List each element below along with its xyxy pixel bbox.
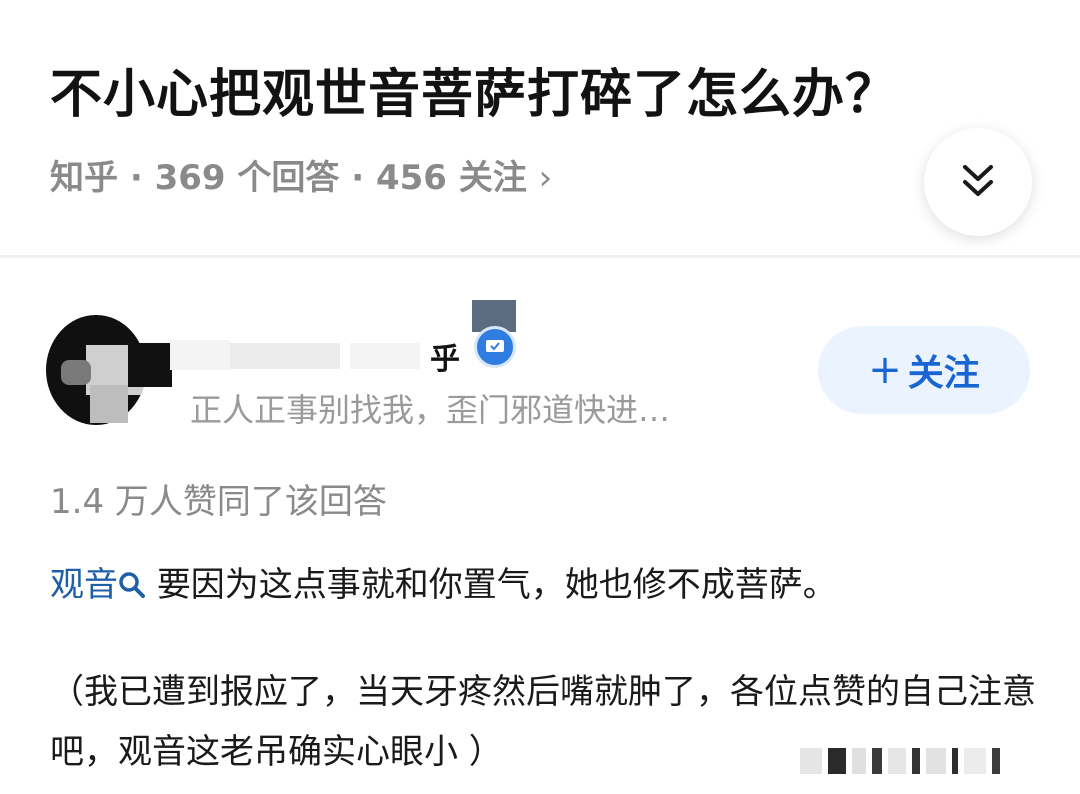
mosaic-block xyxy=(90,385,128,423)
search-link[interactable]: 观音 xyxy=(50,565,157,605)
upvote-count: 1.4 万人赞同了该回答 xyxy=(50,482,387,522)
answer-paragraph: 观音 要因为这点事就和你置气，她也修不成菩萨。 xyxy=(50,555,1040,615)
watermark xyxy=(800,746,1058,776)
author-bio: 正人正事别找我，歪门邪道快进… xyxy=(190,391,671,429)
mosaic-block xyxy=(230,343,340,369)
search-link-text: 观音 xyxy=(50,565,118,605)
verified-badge-icon xyxy=(474,326,516,368)
plus-icon: + xyxy=(868,347,902,393)
question-title: 不小心把观世音菩萨打碎了怎么办？ xyxy=(50,65,899,125)
collapse-button[interactable] xyxy=(924,128,1032,236)
avatar-figure xyxy=(61,360,91,385)
author-name[interactable]: 乎 xyxy=(430,334,460,378)
answer-text: 要因为这点事就和你置气，她也修不成菩萨。 xyxy=(156,565,837,605)
mosaic-block xyxy=(128,343,172,387)
follow-label: 关注 xyxy=(907,353,980,394)
follow-button[interactable]: + 关注 xyxy=(818,326,1030,414)
mosaic-block xyxy=(170,340,230,370)
chevron-right-icon: › xyxy=(538,158,553,198)
section-divider xyxy=(0,255,1080,258)
mosaic-block xyxy=(350,343,420,369)
search-icon xyxy=(119,572,145,598)
double-chevron-down-icon xyxy=(963,165,993,196)
question-meta[interactable]: 知乎 · 369 个回答 · 456 关注 › xyxy=(50,150,552,199)
question-meta-text: 知乎 · 369 个回答 · 456 关注 xyxy=(50,158,527,198)
